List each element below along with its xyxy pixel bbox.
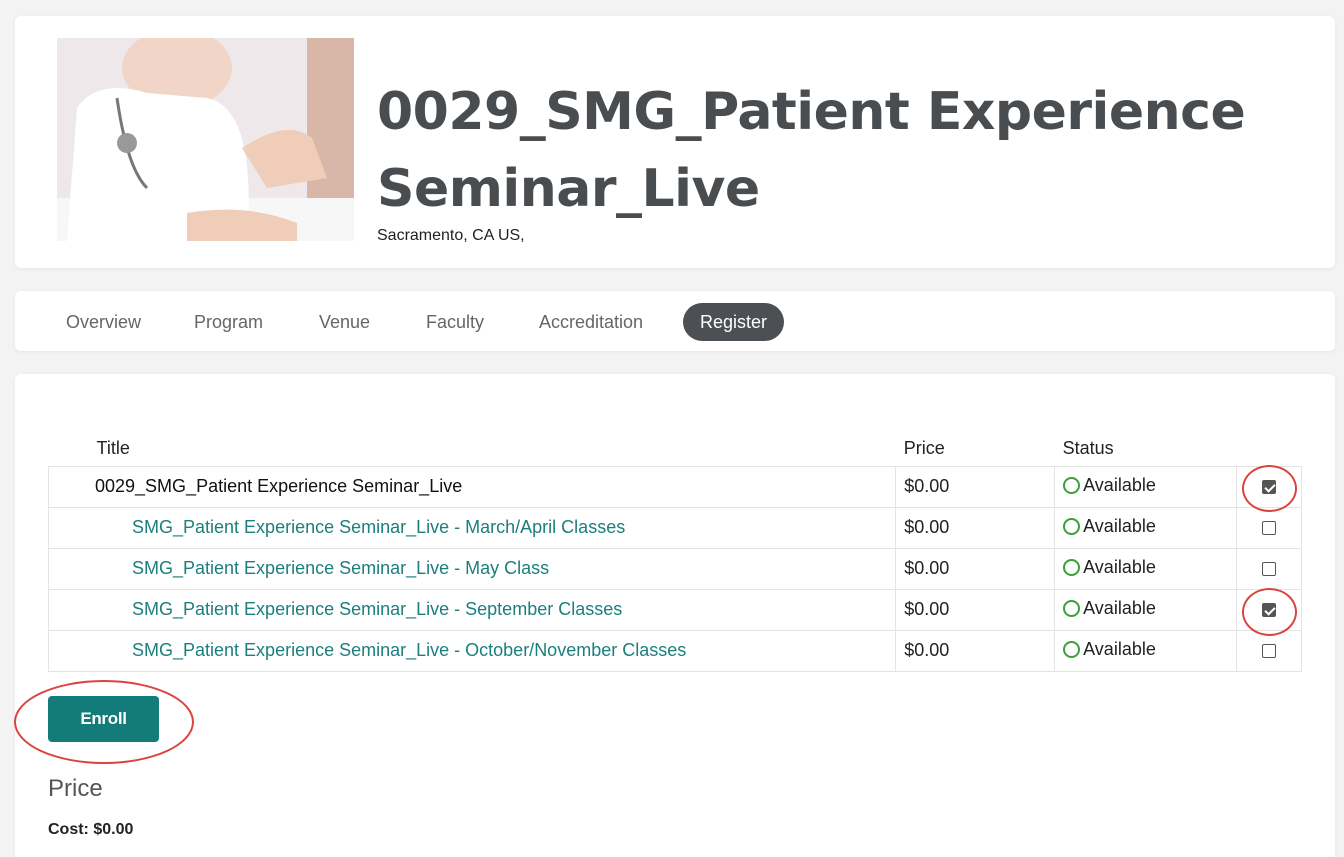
available-status-icon — [1063, 517, 1081, 535]
registration-table: Title Price Status 0029_SMG_Patient Expe… — [47, 432, 1302, 672]
page-title: 0029_SMG_Patient Experience Seminar_Live — [377, 82, 1246, 219]
register-panel: Title Price Status 0029_SMG_Patient Expe… — [15, 374, 1335, 857]
row-checkbox[interactable] — [1262, 521, 1277, 536]
row-select-cell — [1236, 465, 1302, 508]
tab-faculty[interactable]: Faculty — [409, 303, 501, 341]
row-status: Available — [1054, 588, 1238, 631]
tab-accreditation[interactable]: Accreditation — [522, 303, 660, 341]
event-thumbnail — [57, 38, 354, 241]
table-row: SMG_Patient Experience Seminar_Live - Ma… — [47, 547, 1302, 590]
event-header: 0029_SMG_Patient Experience Seminar_Live… — [15, 16, 1335, 268]
column-header-price: Price — [903, 438, 945, 459]
row-checkbox[interactable] — [1262, 603, 1277, 618]
row-title-link[interactable]: SMG_Patient Experience Seminar_Live - Ma… — [47, 506, 897, 549]
status-label: Available — [1083, 515, 1156, 536]
available-status-icon — [1063, 640, 1081, 658]
tab-bar: Overview Program Venue Faculty Accredita… — [15, 291, 1335, 351]
status-label: Available — [1083, 474, 1156, 495]
row-title: 0029_SMG_Patient Experience Seminar_Live — [47, 465, 897, 508]
table-row: SMG_Patient Experience Seminar_Live - Oc… — [47, 629, 1302, 672]
row-title-link[interactable]: SMG_Patient Experience Seminar_Live - Se… — [47, 588, 897, 631]
row-select-cell — [1236, 588, 1302, 631]
row-status: Available — [1054, 629, 1238, 672]
cost-value: Cost: $0.00 — [48, 821, 134, 838]
row-price: $0.00 — [895, 629, 1056, 672]
row-title-link[interactable]: SMG_Patient Experience Seminar_Live - Ma… — [47, 547, 897, 590]
row-status: Available — [1054, 465, 1238, 508]
row-price: $0.00 — [895, 588, 1056, 631]
row-status: Available — [1054, 547, 1238, 590]
tab-register[interactable]: Register — [683, 303, 785, 341]
row-select-cell — [1236, 506, 1302, 549]
table-row: SMG_Patient Experience Seminar_Live - Ma… — [47, 506, 1302, 549]
row-title-link[interactable]: SMG_Patient Experience Seminar_Live - Oc… — [47, 629, 897, 672]
row-checkbox[interactable] — [1262, 480, 1277, 495]
available-status-icon — [1063, 558, 1081, 576]
row-price: $0.00 — [895, 547, 1056, 590]
column-header-select — [1237, 432, 1302, 466]
status-label: Available — [1083, 556, 1156, 577]
column-header-status: Status — [1062, 438, 1114, 459]
event-location: Sacramento, CA US, — [377, 227, 525, 244]
status-label: Available — [1083, 597, 1156, 618]
price-section-heading: Price — [48, 775, 103, 802]
row-select-cell — [1236, 547, 1302, 590]
tab-program[interactable]: Program — [177, 303, 280, 341]
table-header-row: Title Price Status — [49, 432, 1302, 466]
available-status-icon — [1063, 476, 1081, 494]
table-row: 0029_SMG_Patient Experience Seminar_Live… — [47, 465, 1302, 508]
row-select-cell — [1236, 629, 1302, 672]
row-price: $0.00 — [895, 506, 1056, 549]
column-header-title: Title — [96, 438, 130, 459]
row-checkbox[interactable] — [1262, 644, 1277, 659]
available-status-icon — [1063, 599, 1081, 617]
status-label: Available — [1083, 638, 1156, 659]
row-status: Available — [1054, 506, 1238, 549]
row-checkbox[interactable] — [1262, 562, 1277, 577]
table-row: SMG_Patient Experience Seminar_Live - Se… — [47, 588, 1302, 631]
row-price: $0.00 — [895, 465, 1056, 508]
tab-overview[interactable]: Overview — [49, 303, 158, 341]
enroll-button[interactable]: Enroll — [48, 696, 159, 742]
tab-venue[interactable]: Venue — [302, 303, 387, 341]
